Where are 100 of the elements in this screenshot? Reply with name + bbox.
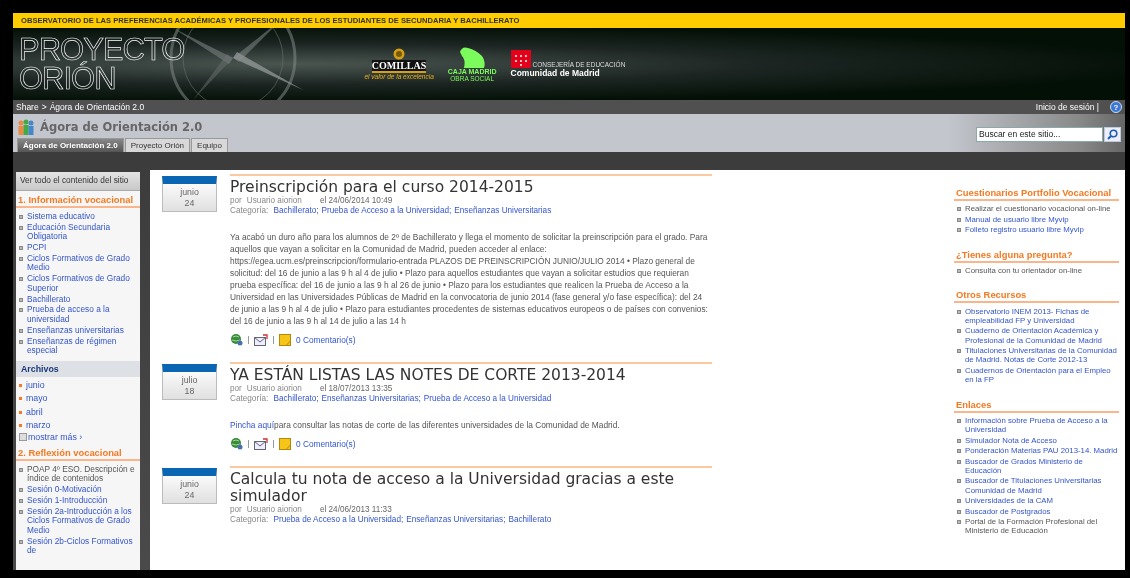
section-heading: ¿Tienes alguna pregunta? [954,245,1119,263]
nav-link[interactable]: Enseñanzas universitarias [27,325,124,336]
login-link[interactable]: Inicio de sesión | [1035,102,1099,112]
nav-tab[interactable]: Ágora de Orientación 2.0 [17,138,124,152]
bullet-icon [19,225,23,230]
people-icon [17,119,35,135]
section-heading: Otros Recursos [954,286,1119,304]
email-icon[interactable] [254,333,268,346]
bullet-icon [957,438,961,443]
nav-tab[interactable]: Equipo [191,138,228,152]
bullet-icon [19,328,23,333]
category-link[interactable]: Prueba de Acceso a la Universidad; [321,206,452,215]
post-title[interactable]: Preinscripción para el curso 2014-2015 [230,179,712,196]
nav-link[interactable]: PCPI [27,242,47,253]
bullet-icon [19,277,23,282]
bullet-icon [19,384,22,388]
logo-name: Comunidad de Madrid [510,68,600,78]
nav-link[interactable]: Sesión 1-Introducción [27,496,108,506]
seal-icon [393,48,406,60]
category-link[interactable]: Bachillerato [508,515,552,524]
post-month: junio [180,478,199,490]
category-link[interactable]: Prueba de Acceso a la Universidad [423,394,552,403]
note-icon[interactable] [279,333,291,346]
bullet-icon [957,349,961,354]
nav-tab[interactable]: Proyecto Orión [124,138,191,152]
nav-link[interactable]: Ciclos Formativos de Grado Medio [27,253,140,273]
bullet-icon [19,539,23,544]
archive-link[interactable]: abril [26,405,43,419]
section-heading: 1. Información vocacional [16,191,140,208]
archive-heading: Archivos [16,361,140,378]
bullet-icon [19,214,23,219]
nav-link[interactable]: Sesión 2a-Introducción a los Ciclos Formativos de Grado Medio [27,507,140,536]
post-day: 24 [184,197,195,209]
post-author: Usuario aiorion [246,505,302,514]
category-link[interactable]: Bachillerato; [273,206,319,215]
site-title: Ágora de Orientación 2.0 [40,120,203,134]
nav-link[interactable]: Prueba de acceso a la universidad [27,305,140,325]
author-prefix: por [230,196,242,205]
bullet-icon [19,510,23,515]
expand-icon [19,433,27,442]
section-heading: Enlaces [954,395,1119,413]
nav-link[interactable]: Ciclos Formativos de Grado Superior [27,274,140,293]
post-month: julio [181,374,198,386]
category-link[interactable]: Bachillerato; [273,394,319,403]
comments-link[interactable]: 0 Comentario(s) [296,438,356,449]
nav-link[interactable]: Enseñanzas de régimen especial [27,336,140,356]
help-button[interactable]: ? [1110,101,1122,113]
breadcrumb-link[interactable]: Ágora de Orientación 2.0 [49,102,145,112]
bullet-icon [19,410,22,414]
bullet-icon [957,449,961,454]
post-author: Usuario aiorion [246,196,302,205]
category-link[interactable]: Prueba de Acceso a la Universidad; [273,515,404,524]
bullet-icon [19,488,23,493]
search-button[interactable] [1104,126,1121,142]
section-heading: 2. Reflexión vocacional [16,444,140,462]
category-label: Categoría: [230,206,269,215]
bullet-icon [957,309,961,314]
globe-person-icon[interactable] [230,333,243,346]
post-body: Ya acabó un duro año para los alumnos de 2º de Bachillerato y llega el momento de solicitar la preinscripción para el grado. Para aquellos que vayan a solicitar en la Comunidad de Madrid, pueden acceder al enlace: https://egea.ucm.es/preinscripcion/formulario-entrada PLAZOS DE PREINSCRIPCIÓN JUNIO/JULIO 2014 • Plazo general de solicitud: del 16 de junio a las 9 h al 4 de julio • Plazo para aquellos estudiantes que vayan a solicitar estudios que requieran prueba específica: del 16 de junio a las 9 h al 26 de junio • Plazo para los estudiantes que realicen la Prueba de Acceso a la Universidad en las Universidades Públicas de Madrid en la convocatoria de junio 2014 (fase general y/o fase específica): del 24 de junio a las 9 h al 4 de julio • Plazo para estudiantes procedentes de sistemas educativos europeos o de países con convenios: del 16 de junio a las 9 h al 14 de julio a las 14 h [230,231,709,327]
nav-link[interactable]: Educación Secundaria Obligatoria [27,222,140,242]
bullet-icon [957,329,961,334]
category-label: Categoría: [230,515,269,524]
bear-icon [458,46,487,68]
breadcrumb-link[interactable]: Share [16,102,39,112]
post-date: el 18/07/2013 13:35 [319,384,393,393]
flag-icon [510,50,531,68]
email-icon[interactable] [254,437,268,450]
archive-link[interactable]: mayo [26,392,48,406]
category-link[interactable]: Enseñanzas Universitarias; [321,394,421,403]
search-field[interactable]: Buscar en este sitio... [976,126,1103,142]
author-prefix: por [230,384,242,393]
comments-link[interactable]: 0 Comentario(s) [296,334,356,345]
nav-link[interactable]: Sesión 2b-Ciclos Formativos de [27,536,140,556]
category-link[interactable]: Enseñanzas Universitarias [454,206,552,215]
bullet-icon [957,520,961,525]
nav-link[interactable]: Sistema educativo [27,211,95,221]
post-month: junio [180,186,199,198]
post-date: el 24/06/2014 10:49 [319,196,393,205]
bullet-icon [957,207,961,212]
author-prefix: por [230,505,242,514]
post-link[interactable]: Pincha aquí [230,420,275,430]
show-more-link[interactable]: mostrar más › [28,432,83,443]
category-label: Categoría: [230,394,269,403]
bullet-icon [19,256,23,261]
bullet-icon [19,424,22,428]
post-title[interactable]: YA ESTÁN LISTAS LAS NOTES DE CORTE 2013-2014 [230,367,712,384]
nav-link[interactable]: Bachillerato [27,294,71,304]
globe-person-icon[interactable] [230,437,243,450]
category-link[interactable]: Enseñanzas Universitarias; [406,515,506,524]
note-icon[interactable] [279,437,291,450]
bullet-icon [19,308,23,313]
post-title[interactable]: Calcula tu nota de acceso a la Universidad gracias a este simulador [230,471,712,505]
archive-link[interactable]: junio [26,379,45,393]
bullet-icon [957,459,961,464]
bullet-icon [19,245,23,250]
nav-link[interactable]: Sesión 0-Motivación [27,485,102,495]
view-all-link[interactable]: Ver todo el contenido del sitio [16,172,140,191]
breadcrumb-separator: > [41,102,47,112]
archive-link[interactable]: marzo [26,418,51,433]
logo-name: COMILLAS [371,60,427,73]
